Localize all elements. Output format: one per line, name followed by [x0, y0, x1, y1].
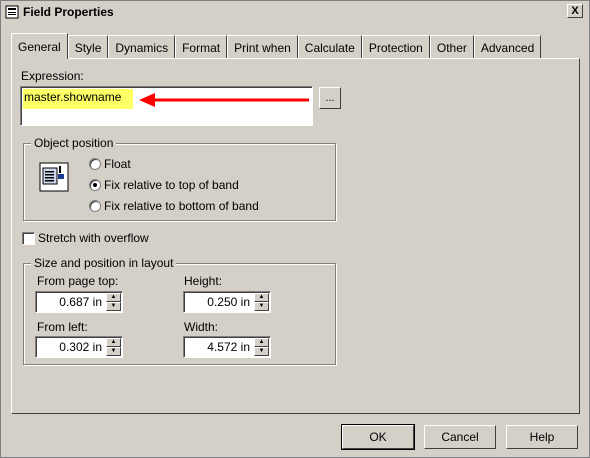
from-left-spin-buttons: ▲ ▼ — [106, 338, 121, 356]
width-spin-buttons: ▲ ▼ — [254, 338, 269, 356]
expression-browse-button[interactable]: ... — [319, 87, 341, 109]
tab-print-when[interactable]: Print when — [227, 35, 298, 59]
tab-other[interactable]: Other — [429, 35, 474, 59]
spin-up-icon[interactable]: ▲ — [106, 338, 121, 347]
fix-top-radio-label[interactable]: Fix relative to top of band — [104, 178, 239, 192]
tab-advanced[interactable]: Advanced — [473, 35, 542, 59]
from-left-stepper[interactable]: 0.302 in ▲ ▼ — [35, 336, 123, 358]
fix-bottom-radio[interactable] — [89, 200, 101, 212]
browse-ellipsis-label: ... — [325, 92, 335, 104]
fix-top-radio[interactable] — [89, 179, 101, 191]
from-left-value: 0.302 in — [59, 340, 102, 354]
properties-icon — [5, 5, 19, 19]
height-label: Height: — [184, 274, 223, 288]
spin-down-icon[interactable]: ▼ — [106, 347, 121, 356]
spin-up-icon[interactable]: ▲ — [254, 293, 269, 302]
size-position-title: Size and position in layout — [31, 256, 177, 270]
window-title: Field Properties — [23, 5, 114, 19]
from-left-label: From left: — [37, 320, 88, 334]
spin-down-icon[interactable]: ▼ — [254, 347, 269, 356]
object-position-title: Object position — [31, 136, 117, 150]
width-value: 4.572 in — [207, 340, 250, 354]
spin-up-icon[interactable]: ▲ — [106, 293, 121, 302]
from-page-top-stepper[interactable]: 0.687 in ▲ ▼ — [35, 291, 123, 313]
tab-general[interactable]: General — [11, 33, 68, 59]
radio-selected-dot — [93, 183, 97, 187]
width-stepper[interactable]: 4.572 in ▲ ▼ — [183, 336, 271, 358]
close-icon: X — [571, 5, 579, 17]
object-position-icon — [39, 162, 69, 192]
help-button[interactable]: Help — [506, 425, 578, 449]
from-page-top-spin-buttons: ▲ ▼ — [106, 293, 121, 311]
spin-up-icon[interactable]: ▲ — [254, 338, 269, 347]
field-properties-dialog: Field Properties X General Style Dynamic… — [0, 0, 590, 458]
stretch-overflow-label[interactable]: Stretch with overflow — [38, 231, 149, 245]
spin-down-icon[interactable]: ▼ — [106, 302, 121, 311]
stretch-overflow-checkbox[interactable] — [22, 232, 35, 245]
tab-protection[interactable]: Protection — [361, 35, 430, 59]
from-page-top-value: 0.687 in — [59, 295, 102, 309]
red-arrow-annotation — [139, 93, 309, 107]
tab-dynamics[interactable]: Dynamics — [108, 35, 176, 59]
close-button[interactable]: X — [567, 4, 583, 18]
cancel-button[interactable]: Cancel — [424, 425, 496, 449]
expression-value: master.showname — [24, 90, 122, 104]
tab-format[interactable]: Format — [175, 35, 228, 59]
spin-down-icon[interactable]: ▼ — [254, 302, 269, 311]
expression-label: Expression: — [21, 69, 84, 83]
float-radio-label[interactable]: Float — [104, 157, 131, 171]
fix-bottom-radio-label[interactable]: Fix relative to bottom of band — [104, 199, 259, 213]
height-spin-buttons: ▲ ▼ — [254, 293, 269, 311]
tab-strip: General Style Dynamics Format Print when… — [11, 33, 542, 59]
from-page-top-label: From page top: — [37, 274, 119, 288]
tab-style[interactable]: Style — [67, 35, 109, 59]
height-value: 0.250 in — [207, 295, 250, 309]
float-radio[interactable] — [89, 158, 101, 170]
title-bar: Field Properties X — [1, 1, 589, 23]
ok-button[interactable]: OK — [341, 424, 415, 450]
width-label: Width: — [184, 320, 219, 334]
height-stepper[interactable]: 0.250 in ▲ ▼ — [183, 291, 271, 313]
tab-calculate[interactable]: Calculate — [297, 35, 362, 59]
